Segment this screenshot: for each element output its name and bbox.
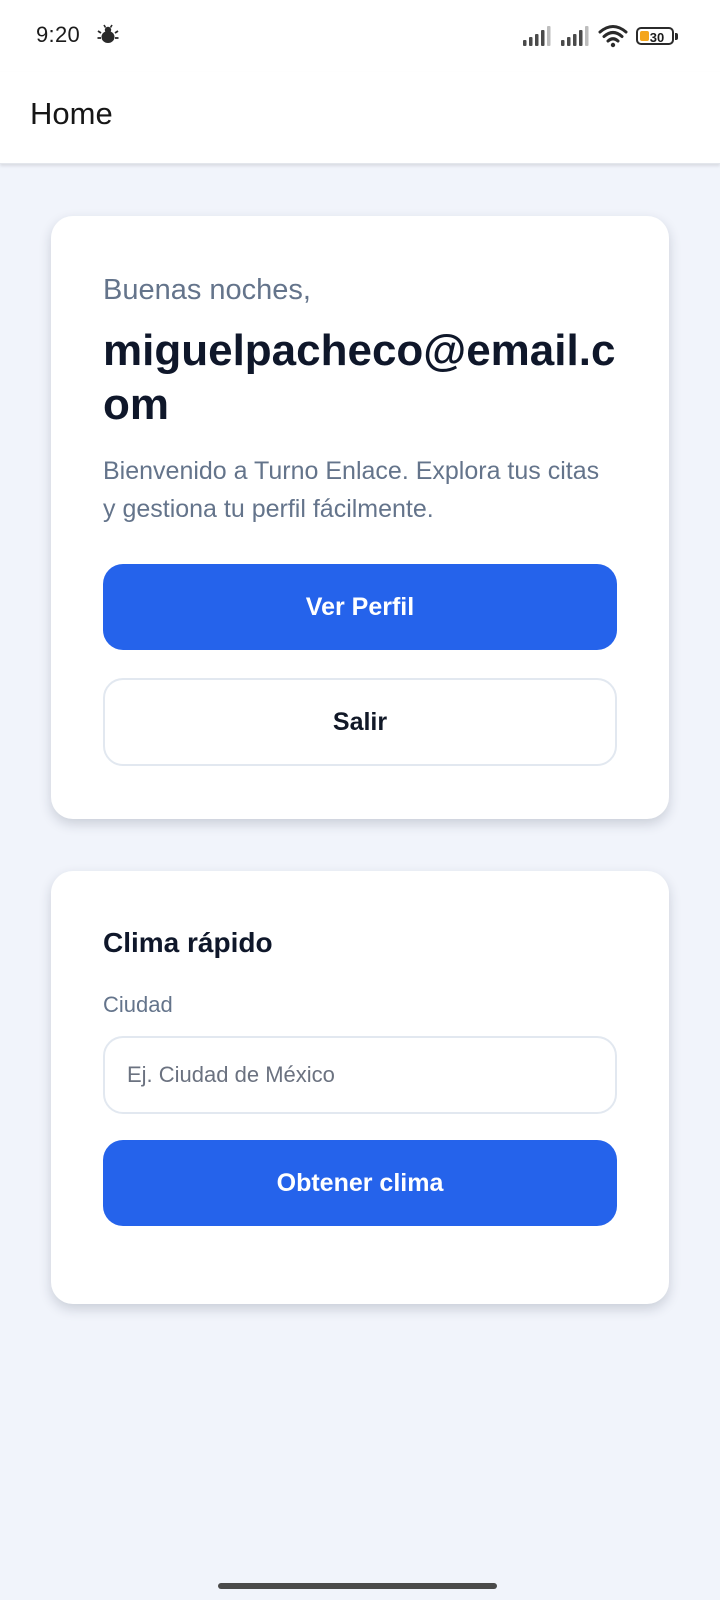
user-email: miguelpacheco@email.com [103, 326, 616, 429]
welcome-card: Buenas noches, miguelpacheco@email.com B… [51, 216, 669, 819]
weather-card-title: Clima rápido [103, 927, 273, 958]
view-profile-button-label: Ver Perfil [305, 592, 415, 621]
welcome-description: Bienvenido a Turno Enlace. Explora tus c… [103, 457, 600, 523]
home-indicator[interactable] [218, 1583, 497, 1589]
status-bar: 9:20 30 [0, 0, 720, 72]
logout-button[interactable]: Salir [103, 678, 617, 766]
city-label: Ciudad [103, 992, 173, 1017]
notification-bug-icon [97, 24, 119, 43]
signal-strength-icon-2 [561, 26, 589, 46]
app-bar: Home [0, 72, 720, 164]
city-input[interactable] [103, 1036, 617, 1114]
status-time: 9:20 [36, 22, 81, 47]
wifi-icon [598, 25, 628, 48]
status-indicators: 30 [522, 22, 680, 50]
get-weather-button-label: Obtener clima [276, 1168, 444, 1197]
home-screen: 9:20 30 Home Buenas noches, miguelpachec… [0, 0, 720, 1600]
weather-card: Clima rápido Ciudad Obtener clima [51, 871, 669, 1304]
greeting-text: Buenas noches, [103, 274, 311, 306]
get-weather-button[interactable]: Obtener clima [103, 1140, 617, 1226]
signal-strength-icon [523, 26, 551, 46]
page-title: Home [30, 96, 113, 131]
battery-level: 30 [649, 30, 665, 45]
logout-button-label: Salir [332, 707, 388, 736]
view-profile-button[interactable]: Ver Perfil [103, 564, 617, 650]
battery-icon: 30 [636, 25, 680, 47]
